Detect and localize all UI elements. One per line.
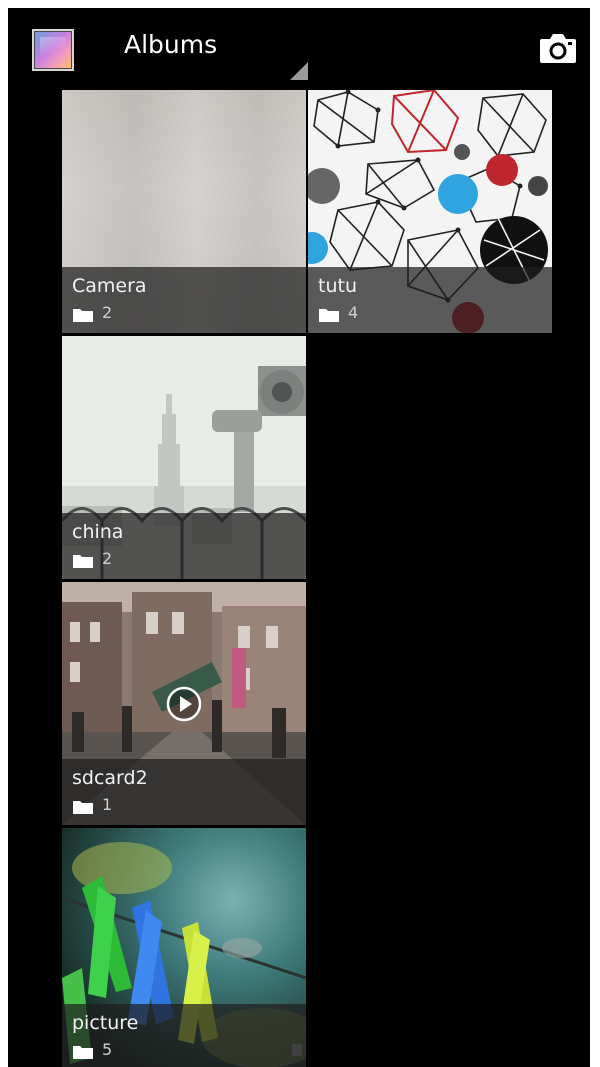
album-grid: Camera 2 tutu 4 china 2 sdcard2 1 pictur… [62, 90, 554, 1067]
album-count: 2 [102, 549, 113, 568]
album-count: 5 [102, 1040, 113, 1059]
album-view-spinner[interactable]: Albums [118, 28, 308, 80]
spinner-indicator-icon [290, 62, 308, 80]
folder-icon [73, 309, 93, 322]
album-caption: picture 5 [62, 1004, 306, 1067]
folder-icon [73, 555, 93, 568]
gallery-screen: Albums Camera 2 tutu 4 china 2 sdcard2 1… [8, 8, 590, 1067]
action-bar: Albums [8, 8, 590, 88]
spinner-label: Albums [124, 30, 218, 59]
album-count: 4 [348, 303, 359, 322]
album-tile-tutu[interactable]: tutu 4 [308, 90, 552, 333]
play-icon[interactable] [166, 686, 202, 722]
camera-button[interactable] [538, 30, 578, 66]
album-caption: Camera 2 [62, 267, 306, 333]
album-caption: china 2 [62, 513, 306, 579]
album-name: sdcard2 [72, 767, 148, 789]
album-name: china [72, 521, 124, 543]
camera-icon [540, 34, 576, 63]
album-caption: sdcard2 1 [62, 759, 306, 825]
album-name: tutu [318, 275, 357, 297]
album-name: Camera [72, 275, 147, 297]
album-tile-china[interactable]: china 2 [62, 336, 306, 579]
album-tile-sdcard2[interactable]: sdcard2 1 [62, 582, 306, 825]
folder-icon [319, 309, 339, 322]
album-caption: tutu 4 [308, 267, 552, 333]
album-tile-picture[interactable]: picture 5 [62, 828, 306, 1067]
gallery-app-icon[interactable] [32, 29, 74, 71]
album-name: picture [72, 1012, 139, 1034]
folder-icon [73, 1046, 93, 1059]
album-count: 1 [102, 795, 113, 814]
folder-icon [73, 801, 93, 814]
album-count: 2 [102, 303, 113, 322]
album-tile-camera[interactable]: Camera 2 [62, 90, 306, 333]
